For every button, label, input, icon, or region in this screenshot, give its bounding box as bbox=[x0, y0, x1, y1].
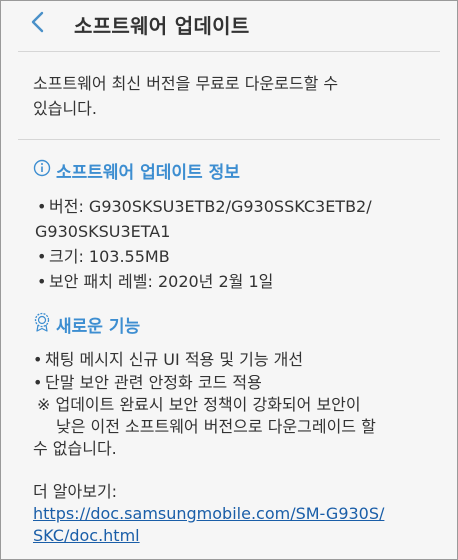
features-section-heading: 새로운 기능 bbox=[33, 312, 141, 340]
patch-level-line: • 보안 패치 레벨: 2020년 2월 1일 bbox=[37, 272, 274, 291]
info-circle-icon bbox=[33, 159, 51, 183]
intro-text-line2: 있습니다. bbox=[33, 99, 97, 118]
update-screen: 소프트웨어 업데이트 소프트웨어 최신 버전을 무료로 다운로드할 수 있습니다… bbox=[0, 0, 458, 560]
feature-note-line1: ※ 업데이트 완료시 보안 정책이 강화되어 보안이 bbox=[37, 395, 361, 414]
size-line: • 크기: 103.55MB bbox=[37, 247, 170, 266]
award-badge-icon bbox=[33, 312, 51, 338]
features-section-title: 새로운 기능 bbox=[56, 317, 141, 337]
feature-item-1: • 채팅 메시지 신규 UI 적용 및 기능 개선 bbox=[33, 350, 304, 369]
section-divider bbox=[18, 139, 440, 140]
more-info-label: 더 알아보기: bbox=[33, 482, 118, 501]
header-divider bbox=[18, 51, 440, 52]
page-title: 소프트웨어 업데이트 bbox=[74, 14, 250, 38]
intro-text-line1: 소프트웨어 최신 버전을 무료로 다운로드할 수 bbox=[33, 74, 339, 93]
info-section-heading: 소프트웨어 업데이트 정보 bbox=[33, 159, 240, 185]
feature-note-line3: 수 없습니다. bbox=[33, 439, 117, 458]
version-line1: • 버전: G930SKSU3ETB2/G930SSKC3ETB2/ bbox=[37, 197, 372, 216]
doc-link-line1[interactable]: https://doc.samsungmobile.com/SM-G930S/ bbox=[33, 503, 384, 525]
version-line2: G930SKSU3ETA1 bbox=[35, 222, 171, 241]
back-arrow-icon bbox=[31, 11, 44, 33]
app-header: 소프트웨어 업데이트 bbox=[1, 1, 457, 47]
back-button[interactable] bbox=[23, 7, 53, 37]
feature-note-line2: 낮은 이전 소프트웨어 버전으로 다운그레이드 할 bbox=[56, 417, 376, 436]
info-section-title: 소프트웨어 업데이트 정보 bbox=[56, 163, 240, 183]
doc-link-line2[interactable]: SKC/doc.html bbox=[33, 525, 140, 547]
feature-item-2: • 단말 보안 관련 안정화 코드 적용 bbox=[33, 373, 262, 392]
